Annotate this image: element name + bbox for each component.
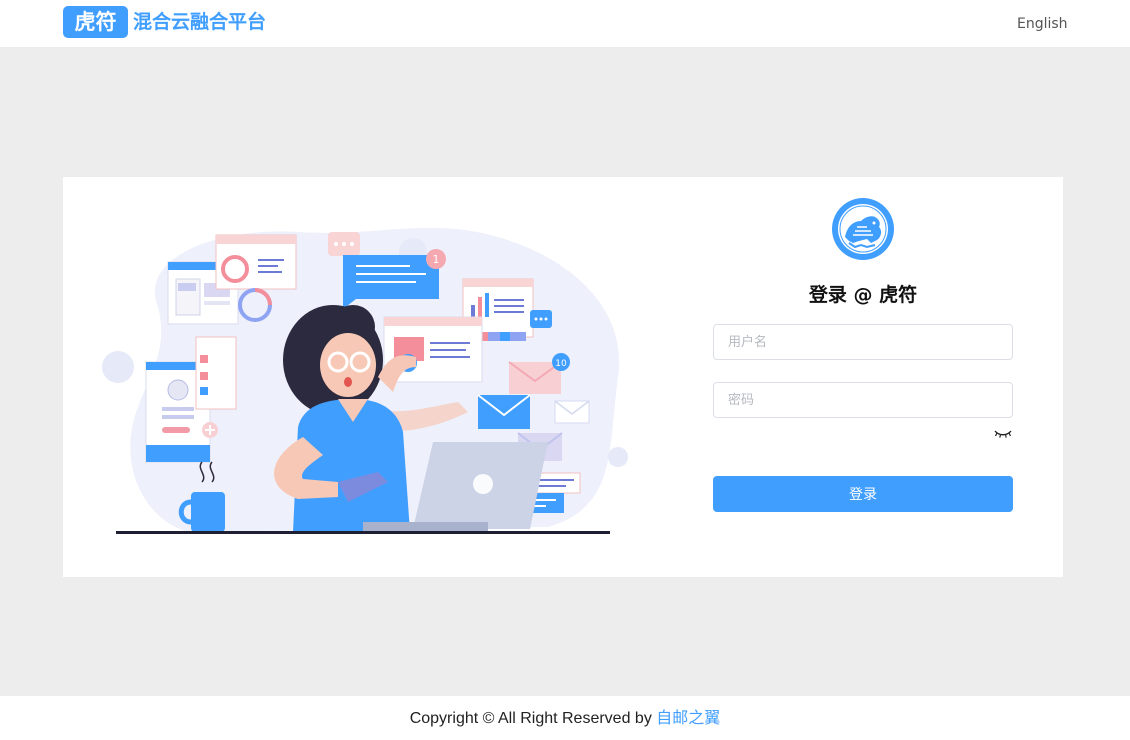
platform-title: 混合云融合平台 xyxy=(133,11,267,33)
office-worker-illustration: 1 10 xyxy=(102,227,628,534)
eye-closed-icon[interactable] xyxy=(994,429,1012,439)
footer: Copyright © All Right Reserved by 自邮之翼 xyxy=(0,696,1130,740)
notification-badge-2: 10 xyxy=(555,359,567,369)
author-link[interactable]: 自邮之翼 xyxy=(656,710,720,727)
copyright-text: Copyright © All Right Reserved by xyxy=(409,710,657,727)
login-button[interactable]: 登录 xyxy=(713,476,1013,512)
top-header: 虎符 混合云融合平台 English xyxy=(0,0,1130,47)
login-card: 1 10 登录 @ 虎符 用户名 登录 xyxy=(63,177,1063,577)
login-title: 登录 @ 虎符 xyxy=(808,284,918,306)
password-field[interactable] xyxy=(713,382,1013,418)
logo-badge: 虎符 xyxy=(63,6,128,38)
notification-badge-1: 1 xyxy=(433,253,440,266)
language-switch-link[interactable]: English xyxy=(1017,15,1068,33)
username-input[interactable] xyxy=(714,325,1012,359)
username-field[interactable] xyxy=(713,324,1013,360)
password-input[interactable] xyxy=(714,383,1012,417)
tiger-emblem-icon xyxy=(832,198,894,260)
